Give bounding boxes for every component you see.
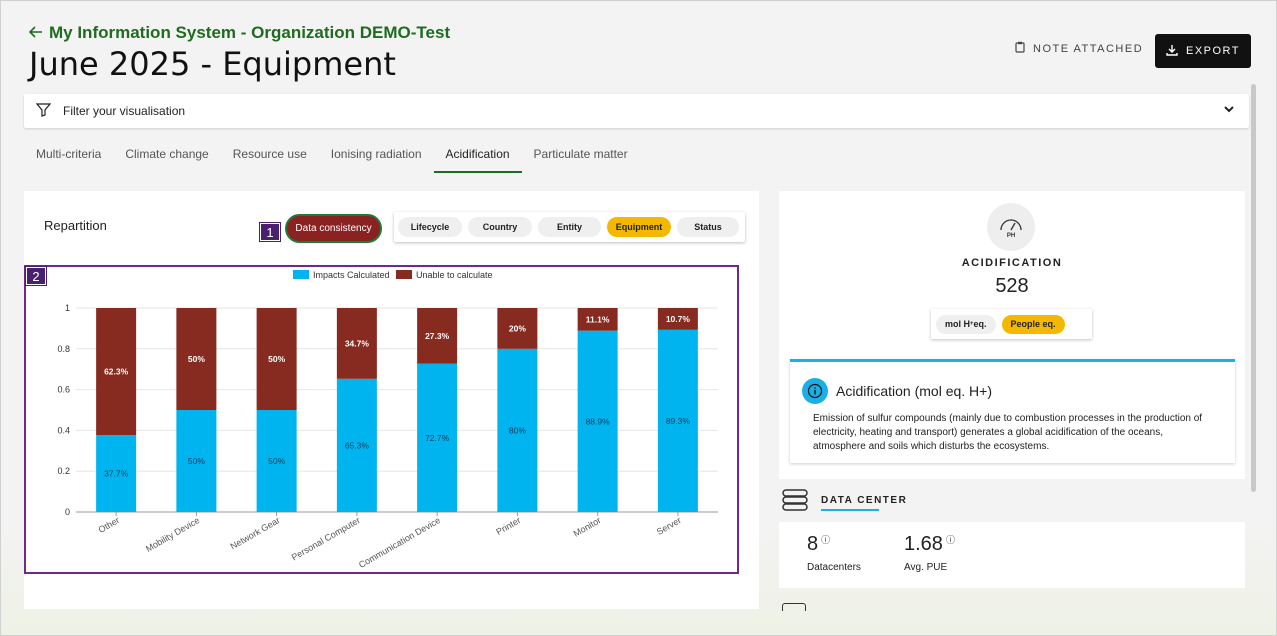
page-title: June 2025 - Equipment xyxy=(29,45,396,83)
data-label: 62.3% xyxy=(104,367,129,377)
download-icon xyxy=(1166,44,1178,59)
grouping-selector: Lifecycle Country Entity Equipment Statu… xyxy=(394,212,745,242)
scrollbar[interactable] xyxy=(1251,84,1256,492)
back-link-label: My Information System - Organization DEM… xyxy=(49,23,451,42)
arrow-left-icon xyxy=(28,23,43,43)
data-label: 88.9% xyxy=(586,416,611,426)
ph-icon-text: PH xyxy=(1007,233,1015,238)
ph-gauge-icon: PH xyxy=(987,203,1035,251)
info-description: Emission of sulfur compounds (mainly due… xyxy=(813,413,1203,452)
legend-label: Impacts Calculated xyxy=(313,270,390,280)
data-label: 27.3% xyxy=(425,331,450,341)
unit-people-eq[interactable]: People eq. xyxy=(1001,314,1065,334)
datacenters-label: Datacenters xyxy=(807,562,861,573)
segment-country[interactable]: Country xyxy=(468,217,532,237)
legend-swatch xyxy=(396,270,412,279)
tab-multi-criteria[interactable]: Multi-criteria xyxy=(24,139,113,173)
data-label: 89.3% xyxy=(666,416,691,426)
tab-ionising-radiation[interactable]: Ionising radiation xyxy=(319,139,434,173)
x-tick-label: Personal Computer xyxy=(290,515,362,562)
data-label: 50% xyxy=(268,456,285,466)
segment-entity[interactable]: Entity xyxy=(538,217,601,237)
data-center-card: 8 ⓘ Datacenters 1.68 ⓘ Avg. PUE xyxy=(779,522,1245,588)
y-tick-label: 0.6 xyxy=(57,385,70,395)
info-circle-icon[interactable]: ⓘ xyxy=(821,535,830,545)
data-label: 37.7% xyxy=(104,469,129,479)
datacenters-value: 8 xyxy=(807,533,819,555)
database-icon xyxy=(781,488,809,517)
segment-equipment[interactable]: Equipment xyxy=(607,217,671,237)
info-circle-icon[interactable]: ⓘ xyxy=(946,535,955,545)
tab-resource-use[interactable]: Resource use xyxy=(221,139,319,173)
tab-particulate-matter[interactable]: Particulate matter xyxy=(522,139,640,173)
legend-label: Unable to calculate xyxy=(416,270,493,280)
note-attached-label: NOTE ATTACHED xyxy=(1033,42,1144,55)
avg-pue-metric: 1.68 ⓘ xyxy=(904,533,955,556)
tab-bar: Multi-criteria Climate change Resource u… xyxy=(24,139,640,173)
data-label: 50% xyxy=(188,354,205,364)
unit-mol-h-eq[interactable]: mol H + eq. xyxy=(936,314,996,334)
acidification-info-box: Acidification (mol eq. H+) Emission of s… xyxy=(790,359,1235,463)
stacked-bar-chart: Impacts Calculated Unable to calculate 0 0.… xyxy=(57,270,718,570)
y-tick-label: 0 xyxy=(65,507,70,517)
data-label: 80% xyxy=(509,425,526,435)
export-label: EXPORT xyxy=(1185,45,1241,57)
data-label: 11.1% xyxy=(586,314,610,324)
data-label: 34.7% xyxy=(345,338,370,348)
data-label: 10.7% xyxy=(666,314,691,324)
filter-label: Filter your visualisation xyxy=(63,104,186,118)
acidification-label: ACIDIFICATION xyxy=(961,257,1063,269)
avg-pue-value: 1.68 xyxy=(904,533,943,555)
y-tick-label: 0.2 xyxy=(57,466,70,476)
y-tick-label: 0.8 xyxy=(57,344,70,354)
y-tick-label: 1 xyxy=(65,303,70,313)
back-link[interactable]: My Information System - Organization DEM… xyxy=(28,23,451,43)
data-consistency-button[interactable]: Data consistency xyxy=(285,214,382,243)
data-label: 50% xyxy=(268,354,285,364)
x-tick-label: Server xyxy=(655,515,683,537)
segment-status[interactable]: Status xyxy=(677,217,739,237)
page: My Information System - Organization DEM… xyxy=(0,0,1277,636)
legend-swatch xyxy=(293,270,309,279)
tab-acidification[interactable]: Acidification xyxy=(433,139,522,173)
annotation-badge-1: 1 xyxy=(259,222,281,242)
x-tick-label: Monitor xyxy=(572,515,603,539)
x-tick-label: Communication Device xyxy=(357,515,442,570)
y-tick-label: 0.4 xyxy=(57,425,70,435)
repartition-title: Repartition xyxy=(44,218,107,233)
next-section-icon xyxy=(782,603,806,611)
x-tick-label: Network Gear xyxy=(229,515,282,551)
x-tick-label: Printer xyxy=(494,515,522,537)
unit-mol-h-main: mol H xyxy=(945,319,971,329)
info-title: Acidification (mol eq. H+) xyxy=(836,383,993,399)
segment-lifecycle[interactable]: Lifecycle xyxy=(398,217,462,237)
unit-selector: mol H + eq. People eq. xyxy=(931,309,1092,339)
export-button[interactable]: EXPORT xyxy=(1155,34,1251,68)
filter-icon xyxy=(35,102,52,120)
repartition-card: Repartition 1 Data consistency Lifecycle… xyxy=(24,191,759,609)
annotation-badge-2: 2 xyxy=(25,266,47,286)
datacenters-metric: 8 ⓘ xyxy=(807,533,830,556)
data-label: 20% xyxy=(509,323,526,333)
chevron-down-icon[interactable] xyxy=(1223,103,1235,118)
clipboard-icon xyxy=(1015,41,1025,56)
x-tick-label: Other xyxy=(97,515,121,535)
chart-container: Impacts Calculated Unable to calculate 0 0.… xyxy=(24,265,739,574)
unit-mol-h-end: eq. xyxy=(973,319,987,329)
note-attached-button[interactable]: NOTE ATTACHED xyxy=(1015,41,1143,56)
acidification-card: PH ACIDIFICATION 528 mol H + eq. People e… xyxy=(779,191,1245,479)
data-label: 65.3% xyxy=(345,440,370,450)
x-tick-label: Mobility Device xyxy=(144,515,201,554)
data-center-underline xyxy=(821,509,879,511)
data-label: 50% xyxy=(188,456,205,466)
filter-bar[interactable]: Filter your visualisation xyxy=(24,94,1249,128)
info-icon xyxy=(802,378,828,404)
tab-climate-change[interactable]: Climate change xyxy=(113,139,220,173)
data-label: 72.7% xyxy=(425,433,450,443)
avg-pue-label: Avg. PUE xyxy=(904,562,948,573)
data-center-title: DATA CENTER xyxy=(821,495,908,506)
acidification-value: 528 xyxy=(995,275,1029,297)
